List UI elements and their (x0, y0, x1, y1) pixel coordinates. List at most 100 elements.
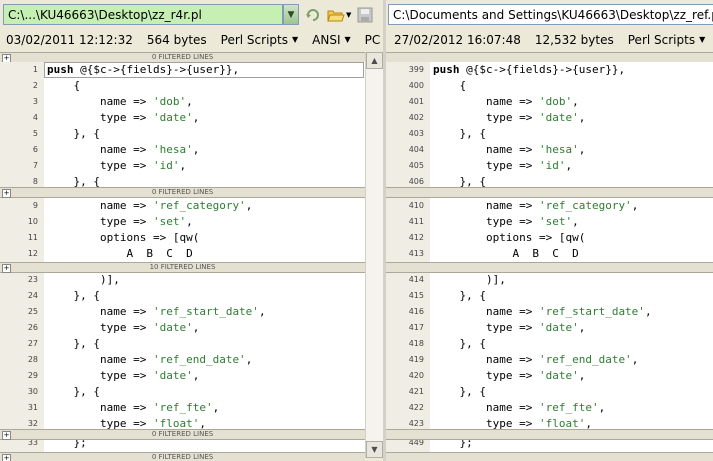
string-literal: 'hesa' (152, 143, 193, 156)
left-info-bar: 03/02/2011 12:12:32 564 bytes Perl Scrip… (6, 29, 386, 50)
code-line[interactable]: type => 'id', (433, 158, 572, 174)
code-line[interactable]: type => 'date', (433, 320, 585, 336)
left-eol-label[interactable]: PC (365, 33, 381, 47)
line-number: 23 (27, 275, 38, 284)
left-filter-separator[interactable]: +0 FILTERED LINES (0, 452, 365, 461)
right-file-date: 27/02/2012 16:07:48 (394, 32, 521, 47)
line-number: 30 (27, 387, 38, 396)
line-number: 404 (408, 145, 424, 154)
right-format-selector[interactable]: Perl Scripts (628, 33, 695, 47)
left-filter-separator[interactable]: +10 FILTERED LINES (0, 262, 365, 273)
code-line[interactable]: A B C D (433, 246, 578, 262)
line-number: 2 (32, 81, 38, 90)
right-filter-separator[interactable] (386, 262, 713, 273)
code-line[interactable]: name => 'ref_fte', (433, 400, 605, 416)
code-line[interactable]: name => 'ref_fte', (47, 400, 219, 416)
left-file-size: 564 bytes (146, 32, 207, 47)
right-path-input[interactable]: C:\Documents and Settings\KU46663\Deskto… (388, 4, 713, 25)
string-literal: 'ref_end_date' (538, 353, 632, 366)
left-format-selector[interactable]: Perl Scripts (221, 33, 288, 47)
code-line[interactable]: { (47, 78, 80, 94)
code-line[interactable]: name => 'ref_end_date', (433, 352, 638, 368)
line-number: 410 (408, 201, 424, 210)
code-line[interactable]: name => 'ref_category', (47, 198, 252, 214)
right-filter-separator[interactable] (386, 429, 713, 440)
code-line[interactable]: }, { (47, 384, 100, 400)
string-literal: 'hesa' (538, 143, 579, 156)
code-line[interactable]: type => 'date', (433, 110, 585, 126)
keyword: push (433, 63, 460, 76)
code-line[interactable]: name => 'ref_end_date', (47, 352, 252, 368)
code-line[interactable]: { (433, 78, 466, 94)
code-line[interactable]: }, { (433, 126, 486, 142)
line-number: 399 (408, 65, 424, 74)
code-line[interactable]: }, { (433, 336, 486, 352)
code-line[interactable]: type => 'date', (47, 368, 199, 384)
keyword: push (47, 63, 74, 76)
line-number: 10 (27, 217, 38, 226)
code-line[interactable]: type => 'id', (47, 158, 186, 174)
code-line[interactable]: }, { (47, 126, 100, 142)
code-line[interactable]: name => 'hesa', (433, 142, 585, 158)
string-literal: 'date' (152, 111, 193, 124)
code-line[interactable]: name => 'dob', (47, 94, 193, 110)
code-line[interactable]: )], (433, 272, 506, 288)
line-number: 414 (408, 275, 424, 284)
string-literal: 'ref_fte' (538, 401, 599, 414)
code-line[interactable]: )], (47, 272, 120, 288)
code-line[interactable]: name => 'dob', (433, 94, 579, 110)
code-line[interactable]: push @{$c->{fields}->{user}}, (47, 62, 239, 78)
code-line[interactable]: options => [qw( (433, 230, 585, 246)
code-line[interactable]: type => 'date', (47, 110, 199, 126)
code-line[interactable]: }, { (433, 384, 486, 400)
format-dropdown-icon[interactable]: ▼ (292, 35, 298, 44)
code-line[interactable]: type => 'set', (47, 214, 193, 230)
chevron-down-icon: ▼ (287, 9, 295, 20)
expand-icon[interactable]: + (2, 264, 11, 273)
expand-icon[interactable]: + (2, 454, 11, 461)
line-number: 420 (408, 371, 424, 380)
right-filter-separator[interactable] (386, 187, 713, 198)
code-line[interactable]: name => 'hesa', (47, 142, 199, 158)
code-line[interactable]: name => 'ref_category', (433, 198, 638, 214)
left-filter-separator[interactable]: +0 FILTERED LINES (0, 187, 365, 198)
scroll-up-icon[interactable]: ▲ (366, 52, 383, 69)
code-line[interactable]: }, { (47, 336, 100, 352)
line-number: 416 (408, 307, 424, 316)
open-folder-icon[interactable] (327, 6, 345, 24)
left-filter-separator[interactable]: +0 FILTERED LINES (0, 429, 365, 440)
string-literal: 'ref_category' (152, 199, 246, 212)
filter-label: 10 FILTERED LINES (149, 263, 216, 271)
line-number: 7 (32, 161, 38, 170)
left-encoding-selector[interactable]: ANSI (312, 33, 340, 47)
string-literal: 'id' (538, 159, 566, 172)
code-line[interactable]: name => 'ref_start_date', (433, 304, 652, 320)
code-line[interactable]: name => 'ref_start_date', (47, 304, 266, 320)
left-path-dropdown-button[interactable]: ▼ (283, 4, 299, 25)
code-line[interactable]: }, { (433, 288, 486, 304)
refresh-icon[interactable] (304, 6, 322, 24)
line-number: 400 (408, 81, 424, 90)
open-dropdown-icon[interactable]: ▼ (346, 11, 351, 19)
expand-icon[interactable]: + (2, 431, 11, 440)
code-line[interactable]: options => [qw( (47, 230, 199, 246)
code-line[interactable]: push @{$c->{fields}->{user}}, (433, 62, 625, 78)
code-line[interactable]: type => 'date', (433, 368, 585, 384)
scroll-down-icon[interactable]: ▼ (366, 441, 383, 458)
code-line[interactable]: }, { (47, 288, 100, 304)
right-filter-separator[interactable] (386, 452, 713, 461)
left-path-input[interactable]: C:\...\KU46663\Desktop\zz_r4r.pl (3, 4, 283, 25)
left-vertical-scrollbar[interactable]: ▲ ▼ (365, 52, 383, 458)
encoding-dropdown-icon[interactable]: ▼ (345, 35, 351, 44)
expand-icon[interactable]: + (2, 189, 11, 198)
code-line[interactable]: A B C D (47, 246, 192, 262)
code-line[interactable]: type => 'date', (47, 320, 199, 336)
save-icon[interactable] (356, 6, 374, 24)
format-dropdown-icon[interactable]: ▼ (699, 35, 705, 44)
string-literal: 'date' (538, 321, 579, 334)
line-number: 421 (408, 387, 424, 396)
filter-label: 0 FILTERED LINES (151, 430, 214, 438)
line-number: 419 (408, 355, 424, 364)
string-literal: 'date' (538, 369, 579, 382)
code-line[interactable]: type => 'set', (433, 214, 579, 230)
